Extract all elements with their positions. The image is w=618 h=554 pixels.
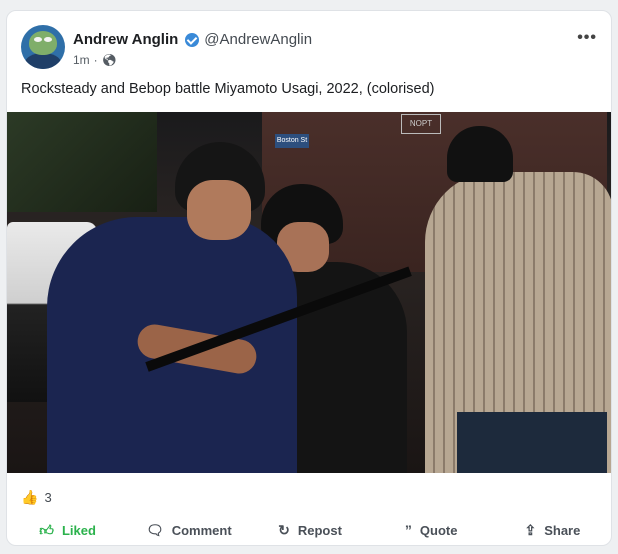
author-row: Andrew Anglin @AndrewAnglin [73, 31, 312, 48]
reaction-count: 3 [44, 490, 52, 505]
repost-button[interactable]: ↻ Repost [249, 517, 370, 543]
share-icon: ⇪ [524, 521, 537, 538]
post-image[interactable]: Boston St NOPT [7, 112, 611, 473]
photo-face-1 [187, 180, 251, 240]
thumb-up-icon: 👍︎ [39, 521, 54, 538]
reaction-summary[interactable]: 👍 3 [21, 489, 52, 506]
action-bar: 👍︎ Liked 🗨︎ Comment ↻ Repost ” Quote ⇪ S… [7, 517, 611, 543]
comment-label: Comment [171, 522, 232, 538]
timestamp[interactable]: 1m [73, 53, 90, 67]
visibility-icon: 🌎︎ [101, 53, 117, 67]
avatar-face [29, 31, 57, 55]
repost-icon: ↻ [278, 521, 290, 538]
share-button[interactable]: ⇪ Share [492, 517, 611, 543]
comment-button[interactable]: 🗨︎ Comment [128, 517, 249, 543]
repost-label: Repost [297, 522, 342, 538]
share-label: Share [544, 522, 581, 538]
photo-protester-jeans [457, 412, 607, 473]
like-label: Liked [61, 522, 96, 538]
photo-wall-sign: NOPT [401, 114, 441, 134]
verified-icon [185, 32, 200, 47]
author-name[interactable]: Andrew Anglin [73, 31, 178, 48]
photo-protester-cap [447, 126, 513, 182]
avatar-body [25, 53, 61, 69]
avatar[interactable] [21, 25, 65, 69]
quote-icon: ” [404, 522, 412, 538]
avatar-eye-left [34, 37, 42, 42]
thumb-up-icon: 👍 [21, 489, 39, 505]
author-handle[interactable]: @AndrewAnglin [204, 31, 312, 48]
avatar-eye-right [44, 37, 52, 42]
post-meta: 1m · 🌎︎ [73, 53, 117, 67]
meta-separator: · [93, 53, 98, 67]
quote-button[interactable]: ” Quote [371, 517, 492, 543]
like-button[interactable]: 👍︎ Liked [7, 517, 128, 543]
post-text: Rocksteady and Bebop battle Miyamoto Usa… [21, 81, 435, 97]
more-options-icon[interactable]: ••• [577, 29, 597, 47]
comment-icon: 🗨︎ [145, 521, 164, 538]
photo-street-sign: Boston St [275, 134, 309, 148]
photo-trees [7, 112, 157, 212]
quote-label: Quote [419, 522, 458, 538]
post-card: Andrew Anglin @AndrewAnglin 1m · 🌎︎ ••• … [6, 10, 612, 546]
